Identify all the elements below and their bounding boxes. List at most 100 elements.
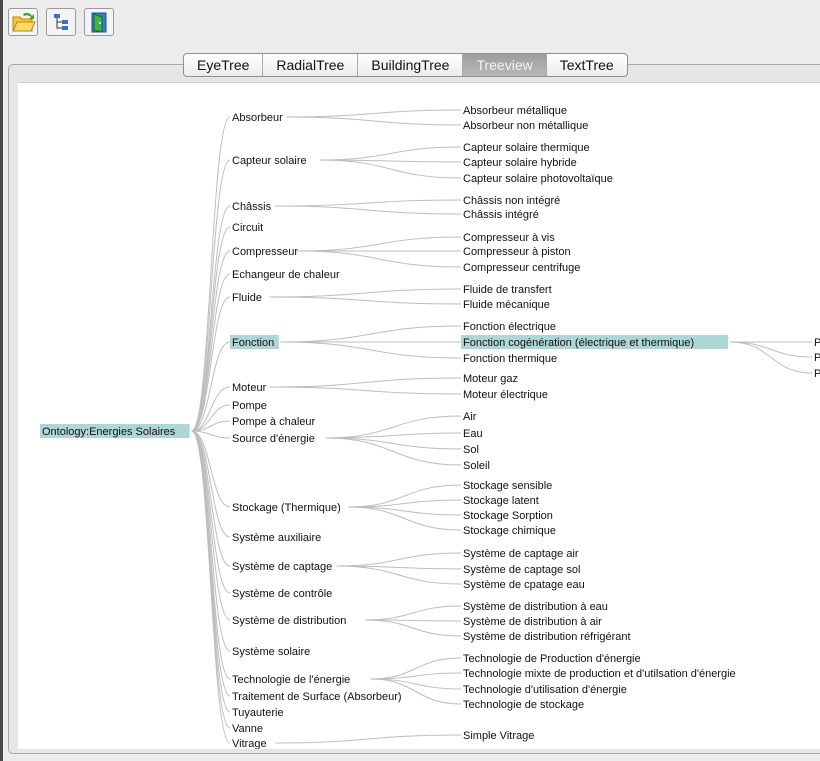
tree-node-capteur-solaire-thermique[interactable]: Capteur solaire thermique [463, 142, 590, 154]
tab-texttree[interactable]: TextTree [547, 54, 627, 76]
tree-node-compresseur-centrifuge[interactable]: Compresseur centrifuge [463, 262, 580, 274]
tree-edge [297, 236, 462, 252]
tree-node-moteur[interactable]: Moteur [232, 382, 267, 394]
tree-edge [275, 205, 462, 215]
tree-node-chassis[interactable]: Châssis [232, 201, 272, 213]
tree-node-systeme-de-cpatage-eau[interactable]: Système de cpatage eau [463, 579, 585, 591]
tab-treeview[interactable]: Treeview [463, 54, 547, 76]
tree-node-leaf[interactable]: P [814, 337, 820, 349]
tree-node-tuyauterie[interactable]: Tuyauterie [232, 707, 284, 719]
tree-node-circuit[interactable]: Circuit [232, 222, 263, 234]
tree-node-systeme-de-controle[interactable]: Système de contrôle [232, 588, 332, 600]
tree-node-stockage-sorption[interactable]: Stockage Sorption [463, 510, 553, 522]
tree-node-compresseur[interactable]: Compresseur [232, 246, 298, 258]
tab-eyetree[interactable]: EyeTree [184, 54, 264, 76]
tree-node-stockage-chimique[interactable]: Stockage chimique [463, 525, 556, 537]
tree-node-systeme-de-distribution-refrigerant[interactable]: Système de distribution réfrigérant [463, 631, 631, 643]
tree-node-systeme-solaire[interactable]: Système solaire [232, 646, 310, 658]
tree-node-systeme-de-captage[interactable]: Système de captage [232, 561, 332, 573]
tree-node-stockage-latent[interactable]: Stockage latent [463, 495, 539, 507]
tree-node-fonction-cogeneration-electrique-et-thermique[interactable]: Fonction cogénération (électrique et the… [463, 337, 694, 349]
tree-node-vanne[interactable]: Vanne [232, 723, 263, 735]
tree-node-systeme-de-captage-air[interactable]: Système de captage air [463, 548, 579, 560]
tree-node-absorbeur-non-metallique[interactable]: Absorbeur non métallique [463, 120, 588, 132]
tree-node-eau[interactable]: Eau [463, 428, 483, 440]
tree-edge [280, 341, 462, 359]
tree-edge [364, 619, 462, 637]
tree-node-echangeur-de-chaleur[interactable]: Echangeur de chaleur [232, 269, 340, 281]
tree-node-compresseur-a-vis[interactable]: Compresseur à vis [463, 232, 555, 244]
tree-edge [191, 205, 231, 432]
open-folder-icon [12, 12, 36, 32]
tree-node-fluide-de-transfert[interactable]: Fluide de transfert [463, 284, 552, 296]
tree-node-capteur-solaire-photovoltaique[interactable]: Capteur solaire photovoltaïque [463, 173, 613, 185]
exit-door-icon [91, 12, 107, 33]
tree-edge [286, 109, 462, 118]
tree-node-systeme-de-distribution-a-air[interactable]: Système de distribution à air [463, 616, 602, 628]
tree-edge [269, 377, 462, 388]
tree-edge [336, 552, 462, 567]
tree-node-leaf[interactable]: P [814, 352, 820, 364]
tree-node-capteur-solaire[interactable]: Capteur solaire [232, 155, 307, 167]
tree-node-root[interactable]: Ontology:Energies Solaires [42, 426, 176, 438]
tree-node-fonction-electrique[interactable]: Fonction électrique [463, 321, 556, 333]
tree-node-vitrage[interactable]: Vitrage [232, 738, 267, 749]
tree-node-fluide-mecanique[interactable]: Fluide mécanique [463, 299, 550, 311]
exit-button[interactable] [84, 8, 114, 36]
tree-node-systeme-de-captage-sol[interactable]: Système de captage sol [463, 564, 580, 576]
tree-node-absorbeur[interactable]: Absorbeur [232, 112, 283, 124]
tree-edge [325, 437, 462, 450]
tree-edge [730, 341, 813, 374]
tab-radialtree[interactable]: RadialTree [263, 54, 359, 76]
tree-node-soleil[interactable]: Soleil [463, 460, 490, 472]
tree-node-fonction[interactable]: Fonction [232, 337, 274, 349]
tree-node-fluide[interactable]: Fluide [232, 292, 262, 304]
tree-node-moteur-electrique[interactable]: Moteur électrique [463, 389, 548, 401]
tree-node-stockage-thermique[interactable]: Stockage (Thermique) [232, 502, 341, 514]
tree-edge [370, 678, 462, 690]
tree-node-compresseur-a-piston[interactable]: Compresseur à piston [463, 246, 571, 258]
tree-node-moteur-gaz[interactable]: Moteur gaz [463, 373, 518, 385]
tree-node-technologie-d-utilisation-d-energie[interactable]: Technologie d'utilisation d'énergie [463, 684, 627, 696]
tree-node-technologie-de-production-d-energie[interactable]: Technologie de Production d'énergie [463, 653, 641, 665]
tab-buildingtree[interactable]: BuildingTree [358, 54, 464, 76]
tree-node-systeme-de-distribution[interactable]: Système de distribution [232, 615, 346, 627]
window-edge [0, 0, 3, 761]
tree-node-chassis-non-integre[interactable]: Châssis non intégré [463, 195, 560, 207]
tree-node-source-d-energie[interactable]: Source d'énergie [232, 433, 315, 445]
tree-edge [275, 199, 462, 207]
tree-node-pompe-a-chaleur[interactable]: Pompe à chaleur [232, 416, 315, 428]
tree-node-technologie-de-l-energie[interactable]: Technologie de l'énergie [232, 674, 350, 686]
tree-node-systeme-auxiliaire[interactable]: Système auxiliaire [232, 532, 321, 544]
ontology-tree[interactable]: Ontology:Energies Solaires Absorbeur Capte… [18, 83, 820, 749]
tree-view-button[interactable] [46, 8, 76, 36]
tree-node-technologie-de-stockage[interactable]: Technologie de stockage [463, 699, 584, 711]
tree-edge [286, 116, 462, 126]
tree-edge [191, 430, 231, 652]
tree-edge [275, 734, 462, 744]
tree-edge [730, 341, 813, 358]
tree-node-technologie-mixte-de-production-et-d-utilsation-d-energie[interactable]: Technologie mixte de production et d'uti… [463, 668, 736, 680]
tree-node-simple-vitrage[interactable]: Simple Vitrage [463, 730, 534, 742]
tree-node-stockage-sensible[interactable]: Stockage sensible [463, 480, 552, 492]
tab-bar: EyeTree RadialTree BuildingTree Treeview… [183, 53, 628, 77]
tree-edge [269, 288, 462, 298]
tree-edge [297, 250, 462, 268]
tree-node-leaf[interactable]: P [814, 368, 820, 380]
tree-edge [280, 325, 462, 343]
tree-edge [325, 437, 462, 466]
tree-node-chassis-integre[interactable]: Châssis intégré [463, 209, 539, 221]
tree-edge [269, 296, 462, 305]
tree-node-capteur-solaire-hybride[interactable]: Capteur solaire hybride [463, 157, 577, 169]
tree-node-fonction-thermique[interactable]: Fonction thermique [463, 353, 557, 365]
tree-node-sol[interactable]: Sol [463, 444, 479, 456]
tree-node-absorbeur-metallique[interactable]: Absorbeur métallique [463, 105, 567, 117]
tree-node-pompe[interactable]: Pompe [232, 400, 267, 412]
tree-edge [191, 116, 231, 432]
tree-canvas[interactable]: Ontology:Energies Solaires Absorbeur Capte… [18, 82, 820, 749]
tree-node-systeme-de-distribution-a-eau[interactable]: Système de distribution à eau [463, 601, 608, 613]
tree-edge [325, 415, 462, 439]
tree-node-traitement-de-surface-absorbeur[interactable]: Traitement de Surface (Absorbeur) [232, 691, 402, 703]
tree-node-air[interactable]: Air [463, 411, 477, 423]
open-folder-button[interactable] [8, 8, 38, 36]
